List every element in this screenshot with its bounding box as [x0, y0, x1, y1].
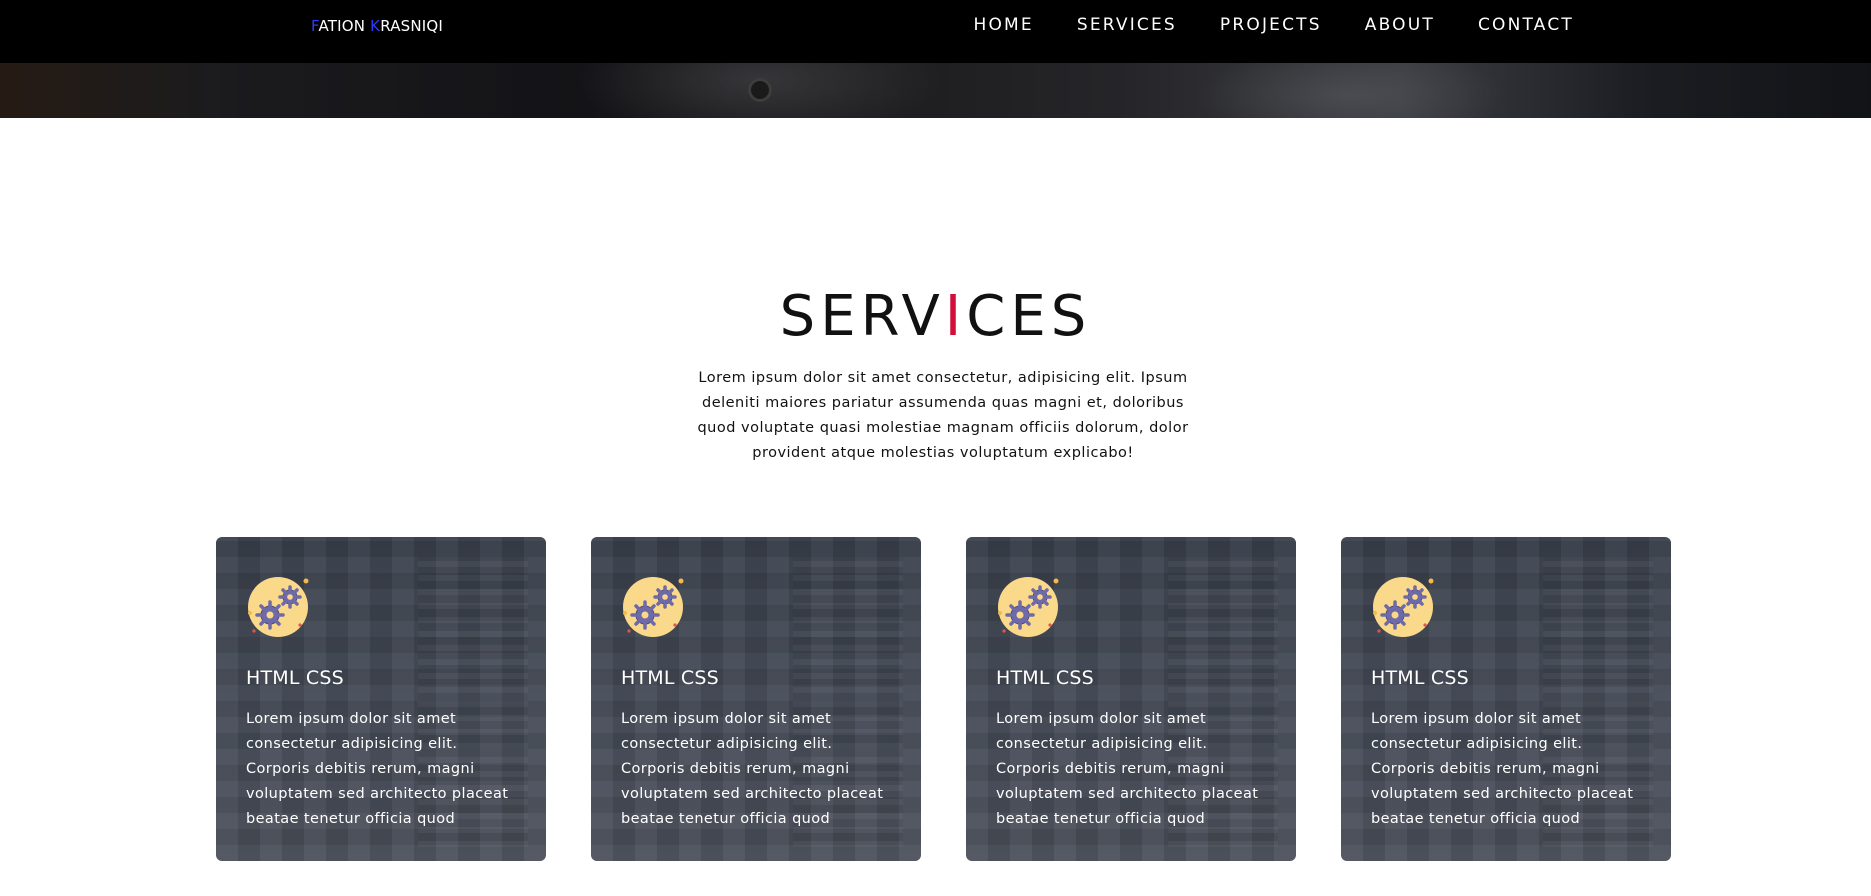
card-text: Lorem ipsum dolor sit amet consectetur a… — [621, 711, 884, 827]
card-title: HTML CSS — [246, 667, 344, 689]
services-title-part2: CES — [966, 284, 1092, 349]
card-title: HTML CSS — [621, 667, 719, 689]
services-title-accent: I — [944, 284, 967, 349]
services-intro: Lorem ipsum dolor sit amet consectetur, … — [697, 370, 1189, 461]
brand-last-initial: K — [370, 17, 381, 35]
service-card[interactable]: HTML CSS Lorem ipsum dolor sit amet cons… — [966, 537, 1296, 861]
main-nav: HOME SERVICES PROJECTS ABOUT CONTACT — [973, 15, 1574, 35]
gears-icon — [1373, 577, 1434, 637]
service-card[interactable]: HTML CSS Lorem ipsum dolor sit amet cons… — [1341, 537, 1671, 861]
brand-logo[interactable]: FATION KRASNIQI — [311, 17, 443, 35]
nav-home[interactable]: HOME — [973, 15, 1033, 35]
card-text: Lorem ipsum dolor sit amet consectetur a… — [1371, 711, 1634, 827]
nav-about[interactable]: ABOUT — [1365, 15, 1435, 35]
gears-icon — [623, 577, 684, 637]
nav-services[interactable]: SERVICES — [1077, 15, 1177, 35]
nav-projects[interactable]: PROJECTS — [1220, 15, 1322, 35]
hero-jacket-button — [748, 78, 772, 102]
services-title: SERVICES — [0, 284, 1871, 349]
gears-icon — [998, 577, 1059, 637]
nav-contact[interactable]: CONTACT — [1478, 15, 1574, 35]
services-cards: HTML CSS Lorem ipsum dolor sit amet cons… — [216, 537, 1671, 861]
card-title: HTML CSS — [996, 667, 1094, 689]
navbar: FATION KRASNIQI HOME SERVICES PROJECTS A… — [0, 0, 1871, 63]
card-text: Lorem ipsum dolor sit amet consectetur a… — [996, 711, 1259, 827]
brand-last-rest: RASNIQI — [380, 17, 444, 35]
services-title-part1: SERV — [779, 284, 945, 349]
card-text: Lorem ipsum dolor sit amet consectetur a… — [246, 711, 509, 827]
service-card[interactable]: HTML CSS Lorem ipsum dolor sit amet cons… — [591, 537, 921, 861]
gears-icon — [248, 577, 309, 637]
card-title: HTML CSS — [1371, 667, 1469, 689]
service-card[interactable]: HTML CSS Lorem ipsum dolor sit amet cons… — [216, 537, 546, 861]
brand-first-rest: ATION — [318, 17, 371, 35]
